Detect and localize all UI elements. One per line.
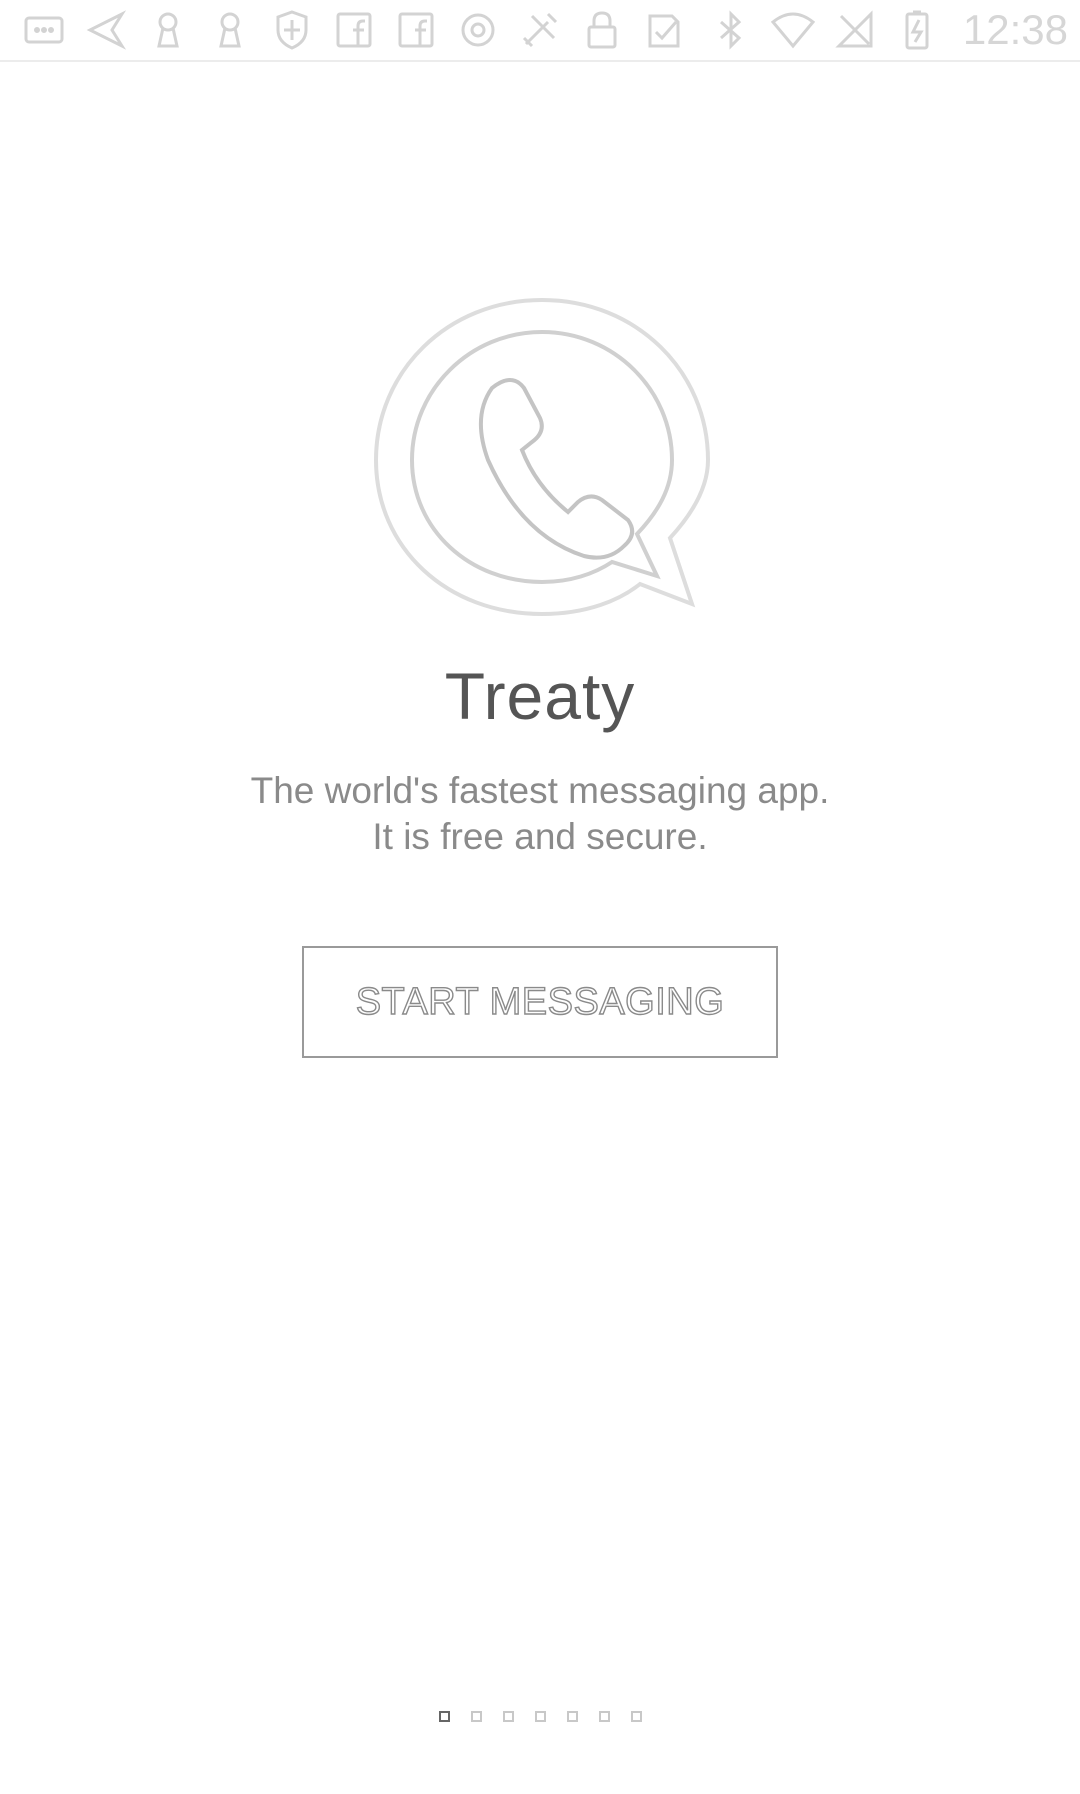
page-dot[interactable] xyxy=(534,1711,546,1722)
send-icon xyxy=(84,8,128,52)
lock-icon xyxy=(580,8,624,52)
system-icons: 12:38 xyxy=(709,6,1068,54)
tagline-line-1: The world's fastest messaging app. xyxy=(250,770,830,811)
tools-icon xyxy=(518,8,562,52)
page-dot[interactable] xyxy=(566,1711,578,1722)
page-dot[interactable] xyxy=(502,1711,514,1722)
page-indicator xyxy=(0,1711,1080,1722)
tagline-line-2: It is free and secure. xyxy=(372,816,708,857)
page-dot[interactable] xyxy=(470,1711,482,1722)
circle-icon xyxy=(456,8,500,52)
bluetooth-icon xyxy=(709,8,753,52)
status-bar: 12:38 xyxy=(0,0,1080,62)
task-icon xyxy=(642,8,686,52)
page-dot[interactable] xyxy=(598,1711,610,1722)
no-signal-icon xyxy=(833,8,877,52)
wifi-icon xyxy=(770,8,815,52)
keyhole-icon xyxy=(146,8,190,52)
facebook-icon xyxy=(332,8,376,52)
app-title: Treaty xyxy=(444,659,636,733)
page-dot[interactable] xyxy=(438,1711,450,1722)
app-logo xyxy=(372,290,712,620)
notification-icons xyxy=(22,8,686,52)
keyhole-icon xyxy=(208,8,252,52)
start-messaging-button[interactable]: START MESSAGING xyxy=(302,946,778,1058)
page-dot[interactable] xyxy=(630,1711,642,1722)
app-tagline: The world's fastest messaging app. It is… xyxy=(0,768,1080,860)
more-icon xyxy=(22,8,66,52)
battery-charging-icon xyxy=(895,8,939,52)
facebook-icon xyxy=(394,8,438,52)
status-clock: 12:38 xyxy=(962,6,1068,53)
shield-icon xyxy=(270,8,314,52)
